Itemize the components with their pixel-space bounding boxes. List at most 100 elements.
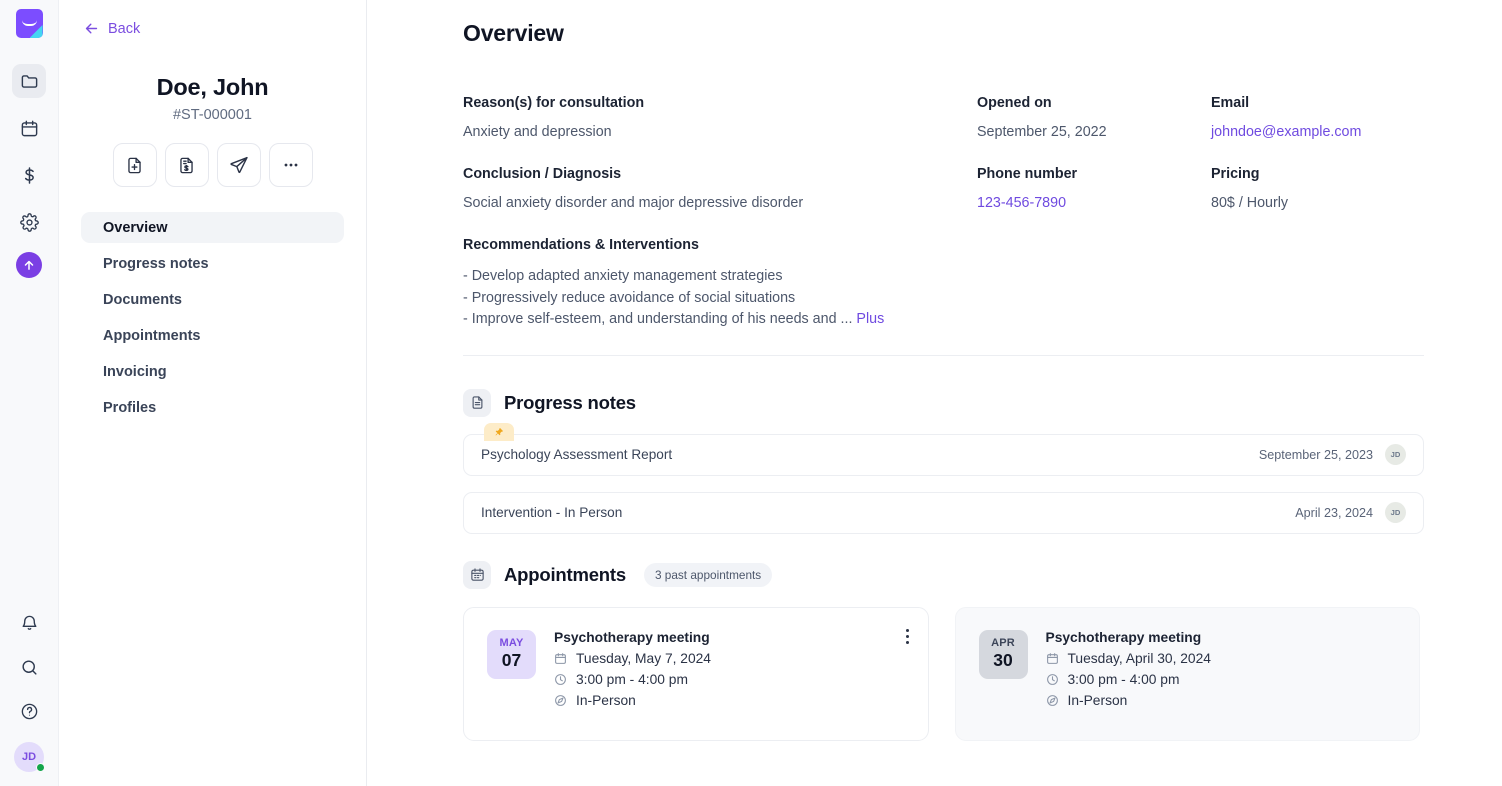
- section-divider: [463, 355, 1424, 356]
- progress-note-row[interactable]: Psychology Assessment Report September 2…: [463, 434, 1424, 476]
- back-label: Back: [108, 21, 140, 37]
- icon-rail: JD: [0, 0, 59, 786]
- rail-item-billing[interactable]: [12, 158, 46, 192]
- appointments-count-badge: 3 past appointments: [644, 563, 772, 587]
- progress-note-date: April 23, 2024: [1295, 506, 1373, 520]
- appointment-mode-line: In-Person: [554, 693, 711, 708]
- appointment-time-line: 3:00 pm - 4:00 pm: [1046, 672, 1211, 687]
- more-horizontal-icon: [281, 155, 301, 175]
- calendar-icon: [470, 567, 485, 582]
- email-value[interactable]: johndoe@example.com: [1211, 124, 1420, 140]
- recommendations-plus-link[interactable]: Plus: [856, 311, 884, 327]
- sidebar-item-progress-notes[interactable]: Progress notes: [81, 248, 344, 279]
- pricing-field: Pricing 80$ / Hourly: [1211, 166, 1420, 211]
- rail-item-calendar[interactable]: [12, 111, 46, 145]
- invoice-icon: [177, 156, 196, 175]
- sidebar-item-documents[interactable]: Documents: [81, 284, 344, 315]
- main-content: Overview Reason(s) for consultation Anxi…: [367, 0, 1502, 786]
- appointment-mode-line: In-Person: [1046, 693, 1211, 708]
- back-button[interactable]: Back: [83, 20, 344, 37]
- conclusion-value: Social anxiety disorder and major depres…: [463, 195, 977, 211]
- appointment-mode: In-Person: [576, 693, 636, 708]
- appointment-date-chip: MAY 07: [487, 630, 536, 679]
- patient-name: Doe, John: [81, 74, 344, 101]
- page-title: Overview: [463, 20, 1420, 47]
- appointment-date: Tuesday, April 30, 2024: [1068, 651, 1211, 666]
- appointment-time: 3:00 pm - 4:00 pm: [1068, 672, 1180, 687]
- progress-note-avatar: JD: [1385, 444, 1406, 465]
- appointments-icon-wrap: [463, 561, 491, 589]
- rail-item-help[interactable]: [12, 694, 46, 728]
- progress-notes-header: Progress notes: [463, 389, 1420, 417]
- appointment-month: APR: [991, 637, 1015, 649]
- phone-value[interactable]: 123-456-7890: [977, 195, 1211, 211]
- document-icon: [470, 395, 485, 410]
- phone-label: Phone number: [977, 166, 1211, 182]
- recommendations-field: Recommendations & Interventions - Develo…: [463, 237, 977, 331]
- appointment-details: Psychotherapy meeting Tuesday, April 30,…: [1046, 630, 1211, 740]
- patient-sidebar: Back Doe, John #ST-000001: [59, 0, 367, 786]
- appointment-details: Psychotherapy meeting Tuesday, May 7, 20…: [554, 630, 711, 740]
- new-document-button[interactable]: [113, 143, 157, 187]
- progress-note-meta: September 25, 2023 JD: [1259, 444, 1406, 465]
- pin-icon: [494, 427, 504, 437]
- phone-field: Phone number 123-456-7890: [977, 166, 1211, 211]
- contact-column: Email johndoe@example.com Pricing 80$ / …: [1211, 95, 1420, 331]
- user-avatar[interactable]: JD: [14, 742, 44, 772]
- patient-info-grid: Reason(s) for consultation Anxiety and d…: [463, 95, 1420, 331]
- appointments-title: Appointments: [504, 564, 626, 586]
- dates-column: Opened on September 25, 2022 Phone numbe…: [977, 95, 1211, 331]
- pricing-value: 80$ / Hourly: [1211, 195, 1420, 211]
- dollar-icon: [20, 166, 39, 185]
- appointment-card[interactable]: APR 30 Psychotherapy meeting Tuesday, Ap…: [955, 607, 1421, 741]
- patient-nav: Overview Progress notes Documents Appoin…: [81, 212, 344, 428]
- new-invoice-button[interactable]: [165, 143, 209, 187]
- user-avatar-initials: JD: [22, 751, 36, 763]
- sidebar-item-profiles[interactable]: Profiles: [81, 392, 344, 423]
- location-icon: [1046, 694, 1059, 707]
- email-label: Email: [1211, 95, 1420, 111]
- more-actions-button[interactable]: [269, 143, 313, 187]
- appointments-header: Appointments 3 past appointments: [463, 561, 1420, 589]
- rail-bottom-nav: JD: [0, 606, 58, 772]
- sidebar-item-label: Progress notes: [103, 256, 209, 272]
- pinned-badge: [484, 423, 514, 441]
- more-vertical-icon: [906, 635, 909, 638]
- opened-on-value: September 25, 2022: [977, 124, 1211, 140]
- appointment-month: MAY: [499, 637, 523, 649]
- appointment-date-line: Tuesday, April 30, 2024: [1046, 651, 1211, 666]
- help-icon: [20, 702, 39, 721]
- send-button[interactable]: [217, 143, 261, 187]
- appointment-day: 30: [993, 650, 1012, 671]
- app-logo[interactable]: [16, 9, 43, 38]
- recommendation-line: - Improve self-esteem, and understanding…: [463, 311, 852, 327]
- online-status-dot: [36, 763, 45, 772]
- appointment-mode: In-Person: [1068, 693, 1128, 708]
- progress-note-avatar: JD: [1385, 502, 1406, 523]
- progress-notes-list: Psychology Assessment Report September 2…: [463, 434, 1420, 534]
- conclusion-field: Conclusion / Diagnosis Social anxiety di…: [463, 166, 977, 211]
- appointment-title: Psychotherapy meeting: [1046, 630, 1211, 645]
- recommendation-line: - Develop adapted anxiety management str…: [463, 266, 977, 288]
- send-icon: [229, 155, 249, 175]
- sidebar-item-overview[interactable]: Overview: [81, 212, 344, 243]
- appointment-card[interactable]: MAY 07 Psychotherapy meeting Tuesday, Ma…: [463, 607, 929, 741]
- gear-icon: [20, 213, 39, 232]
- calendar-icon: [554, 652, 567, 665]
- patient-id: #ST-000001: [81, 107, 344, 123]
- search-icon: [20, 658, 39, 677]
- progress-note-row[interactable]: Intervention - In Person April 23, 2024 …: [463, 492, 1424, 534]
- pricing-label: Pricing: [1211, 166, 1420, 182]
- email-field: Email johndoe@example.com: [1211, 95, 1420, 140]
- clinical-column: Reason(s) for consultation Anxiety and d…: [463, 95, 977, 331]
- sidebar-item-invoicing[interactable]: Invoicing: [81, 356, 344, 387]
- rail-item-upgrade[interactable]: [16, 252, 42, 278]
- reason-field: Reason(s) for consultation Anxiety and d…: [463, 95, 977, 140]
- rail-item-search[interactable]: [12, 650, 46, 684]
- sidebar-item-label: Invoicing: [103, 364, 167, 380]
- rail-item-notifications[interactable]: [12, 606, 46, 640]
- rail-item-settings[interactable]: [12, 205, 46, 239]
- rail-item-folder[interactable]: [12, 64, 46, 98]
- appointment-menu-button[interactable]: [906, 629, 909, 644]
- sidebar-item-appointments[interactable]: Appointments: [81, 320, 344, 351]
